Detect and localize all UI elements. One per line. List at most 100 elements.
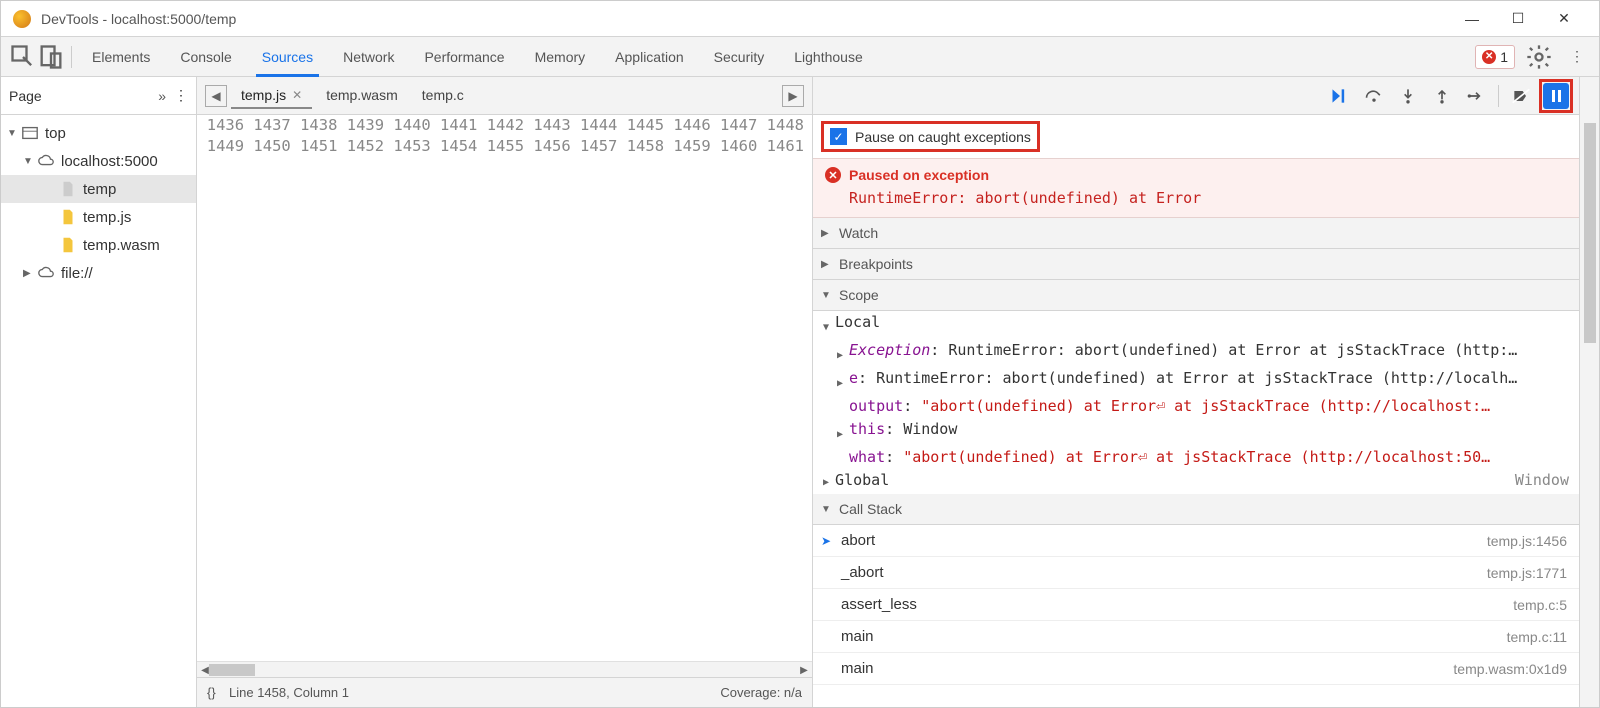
pause-caught-checkbox[interactable]: ✓ bbox=[830, 128, 847, 145]
window-minimize-button[interactable]: — bbox=[1449, 1, 1495, 37]
editor-tab-tempjs[interactable]: temp.js✕ bbox=[231, 83, 312, 109]
file-icon bbox=[59, 180, 77, 198]
sidebar-kebab-icon[interactable]: ⋮ bbox=[174, 87, 188, 104]
exception-message: RuntimeError: abort(undefined) at Error bbox=[849, 189, 1567, 207]
editor-status-bar: {} Line 1458, Column 1 Coverage: n/a bbox=[197, 677, 812, 707]
scope-e[interactable]: ▶e: RuntimeError: abort(undefined) at Er… bbox=[813, 367, 1579, 395]
scroll-right-icon[interactable]: ▶ bbox=[796, 662, 812, 678]
scope-this[interactable]: ▶this: Window bbox=[813, 418, 1579, 446]
settings-gear-icon[interactable] bbox=[1525, 43, 1553, 71]
scope-accordion[interactable]: ▼Scope bbox=[813, 280, 1579, 311]
tree-top[interactable]: ▼top bbox=[1, 119, 196, 147]
tree-host[interactable]: ▼localhost:5000 bbox=[1, 147, 196, 175]
callstack-frame[interactable]: ➤aborttemp.js:1456 bbox=[813, 525, 1579, 557]
callstack-fn: abort bbox=[841, 532, 875, 549]
scope-output[interactable]: output: "abort(undefined) at Error⏎ at j… bbox=[813, 395, 1579, 418]
pause-caught-highlight: ✓ Pause on caught exceptions bbox=[821, 121, 1040, 152]
exception-banner: ✕ Paused on exception RuntimeError: abort… bbox=[813, 158, 1579, 218]
scroll-thumb[interactable] bbox=[209, 664, 255, 676]
scope-body: ▼Local ▶Exception: RuntimeError: abort(u… bbox=[813, 311, 1579, 494]
file-js-icon bbox=[59, 208, 77, 226]
tree-file-tempwasm[interactable]: temp.wasm bbox=[1, 231, 196, 259]
code-editor[interactable]: 1436 1437 1438 1439 1440 1441 1442 1443 … bbox=[197, 115, 812, 661]
tab-network[interactable]: Network bbox=[329, 37, 408, 77]
pause-on-exceptions-button[interactable] bbox=[1543, 83, 1569, 109]
nav-forward-icon[interactable]: ▶ bbox=[782, 85, 804, 107]
separator bbox=[71, 46, 72, 68]
tab-application[interactable]: Application bbox=[601, 37, 698, 77]
error-count-badge[interactable]: ✕ 1 bbox=[1475, 45, 1515, 69]
tree-file-scheme[interactable]: ▶file:// bbox=[1, 259, 196, 287]
cloud-icon bbox=[37, 264, 55, 282]
callstack-frame[interactable]: _abort temp.js:1771 bbox=[813, 557, 1579, 589]
step-button[interactable] bbox=[1460, 81, 1492, 111]
tree-file-tempjs[interactable]: temp.js bbox=[1, 203, 196, 231]
editor-tab-tempwasm[interactable]: temp.wasm bbox=[316, 83, 408, 109]
window-icon bbox=[21, 124, 39, 142]
callstack-fn: main bbox=[841, 660, 874, 677]
callstack-loc: temp.js:1456 bbox=[1487, 533, 1567, 549]
callstack-loc: temp.c:11 bbox=[1507, 629, 1567, 645]
tab-performance[interactable]: Performance bbox=[410, 37, 518, 77]
window-titlebar: DevTools - localhost:5000/temp — ☐ ✕ bbox=[1, 1, 1599, 37]
nav-back-icon[interactable]: ◀ bbox=[205, 85, 227, 107]
callstack-frame[interactable]: assert_lesstemp.c:5 bbox=[813, 589, 1579, 621]
tab-elements[interactable]: Elements bbox=[78, 37, 164, 77]
error-circle-icon: ✕ bbox=[825, 167, 841, 183]
deactivate-breakpoints-button[interactable] bbox=[1505, 81, 1537, 111]
editor-h-scrollbar[interactable]: ◀ ▶ bbox=[197, 661, 812, 677]
separator bbox=[1498, 85, 1499, 107]
callstack-fn: main bbox=[841, 628, 874, 645]
callstack-loc: temp.js:1771 bbox=[1487, 565, 1567, 581]
callstack-frame[interactable]: main temp.c:11 bbox=[813, 621, 1579, 653]
pause-caught-row: ✓ Pause on caught exceptions bbox=[813, 115, 1579, 158]
scope-exception[interactable]: ▶Exception: RuntimeError: abort(undefine… bbox=[813, 339, 1579, 367]
breakpoints-accordion[interactable]: ▶Breakpoints bbox=[813, 249, 1579, 280]
line-gutter: 1436 1437 1438 1439 1440 1441 1442 1443 … bbox=[197, 115, 812, 661]
step-out-button[interactable] bbox=[1426, 81, 1458, 111]
callstack-frame[interactable]: main temp.wasm:0x1d9 bbox=[813, 653, 1579, 685]
resume-button[interactable] bbox=[1324, 81, 1356, 111]
source-editor-pane: ◀ temp.js✕ temp.wasm temp.c ▶ 1436 1437 … bbox=[197, 77, 813, 707]
tab-memory[interactable]: Memory bbox=[521, 37, 600, 77]
cursor-position: Line 1458, Column 1 bbox=[229, 685, 349, 700]
step-into-button[interactable] bbox=[1392, 81, 1424, 111]
debugger-pane: ✓ Pause on caught exceptions ✕ Paused on … bbox=[813, 77, 1579, 707]
watch-accordion[interactable]: ▶Watch bbox=[813, 218, 1579, 249]
kebab-menu-icon[interactable]: ⋮ bbox=[1563, 43, 1591, 71]
callstack-accordion[interactable]: ▼Call Stack bbox=[813, 494, 1579, 525]
editor-tab-tempc[interactable]: temp.c bbox=[412, 83, 474, 109]
callstack-loc: temp.wasm:0x1d9 bbox=[1453, 661, 1567, 677]
main-tabs: Elements Console Sources Network Perform… bbox=[78, 37, 877, 77]
pretty-print-icon[interactable]: {} bbox=[207, 685, 229, 700]
exception-title: Paused on exception bbox=[849, 167, 989, 183]
scroll-thumb[interactable] bbox=[1584, 123, 1596, 343]
close-tab-icon[interactable]: ✕ bbox=[292, 88, 302, 102]
tab-console[interactable]: Console bbox=[166, 37, 245, 77]
editor-tabs: ◀ temp.js✕ temp.wasm temp.c ▶ bbox=[197, 77, 812, 115]
scope-local[interactable]: ▼Local bbox=[813, 311, 1579, 339]
tab-lighthouse[interactable]: Lighthouse bbox=[780, 37, 877, 77]
sidebar-header: Page » ⋮ bbox=[1, 77, 196, 115]
device-toggle-icon[interactable] bbox=[37, 43, 65, 71]
tab-security[interactable]: Security bbox=[700, 37, 779, 77]
callstack-list: ➤aborttemp.js:1456_aborttemp.js:1771asse… bbox=[813, 525, 1579, 685]
scope-global[interactable]: ▶ GlobalWindow bbox=[813, 469, 1579, 494]
tree-file-temp[interactable]: temp bbox=[1, 175, 196, 203]
sources-sidebar: Page » ⋮ ▼top ▼localhost:5000 temp temp.… bbox=[1, 77, 197, 707]
window-title: DevTools - localhost:5000/temp bbox=[41, 11, 1449, 27]
file-tree: ▼top ▼localhost:5000 temp temp.js temp.w… bbox=[1, 115, 196, 707]
scope-what[interactable]: what: "abort(undefined) at Error⏎ at jsS… bbox=[813, 446, 1579, 469]
tab-sources[interactable]: Sources bbox=[248, 37, 327, 77]
sidebar-more-icon[interactable]: » bbox=[158, 88, 166, 104]
step-over-button[interactable] bbox=[1358, 81, 1390, 111]
callstack-fn: _abort bbox=[841, 564, 884, 581]
devtools-logo-icon bbox=[13, 10, 31, 28]
right-v-scrollbar[interactable] bbox=[1579, 77, 1599, 707]
error-icon: ✕ bbox=[1482, 50, 1496, 64]
inspect-icon[interactable] bbox=[9, 43, 37, 71]
window-close-button[interactable]: ✕ bbox=[1541, 1, 1587, 37]
devtools-top-bar: Elements Console Sources Network Perform… bbox=[1, 37, 1599, 77]
sidebar-tab-page[interactable]: Page bbox=[9, 88, 158, 104]
window-maximize-button[interactable]: ☐ bbox=[1495, 1, 1541, 37]
